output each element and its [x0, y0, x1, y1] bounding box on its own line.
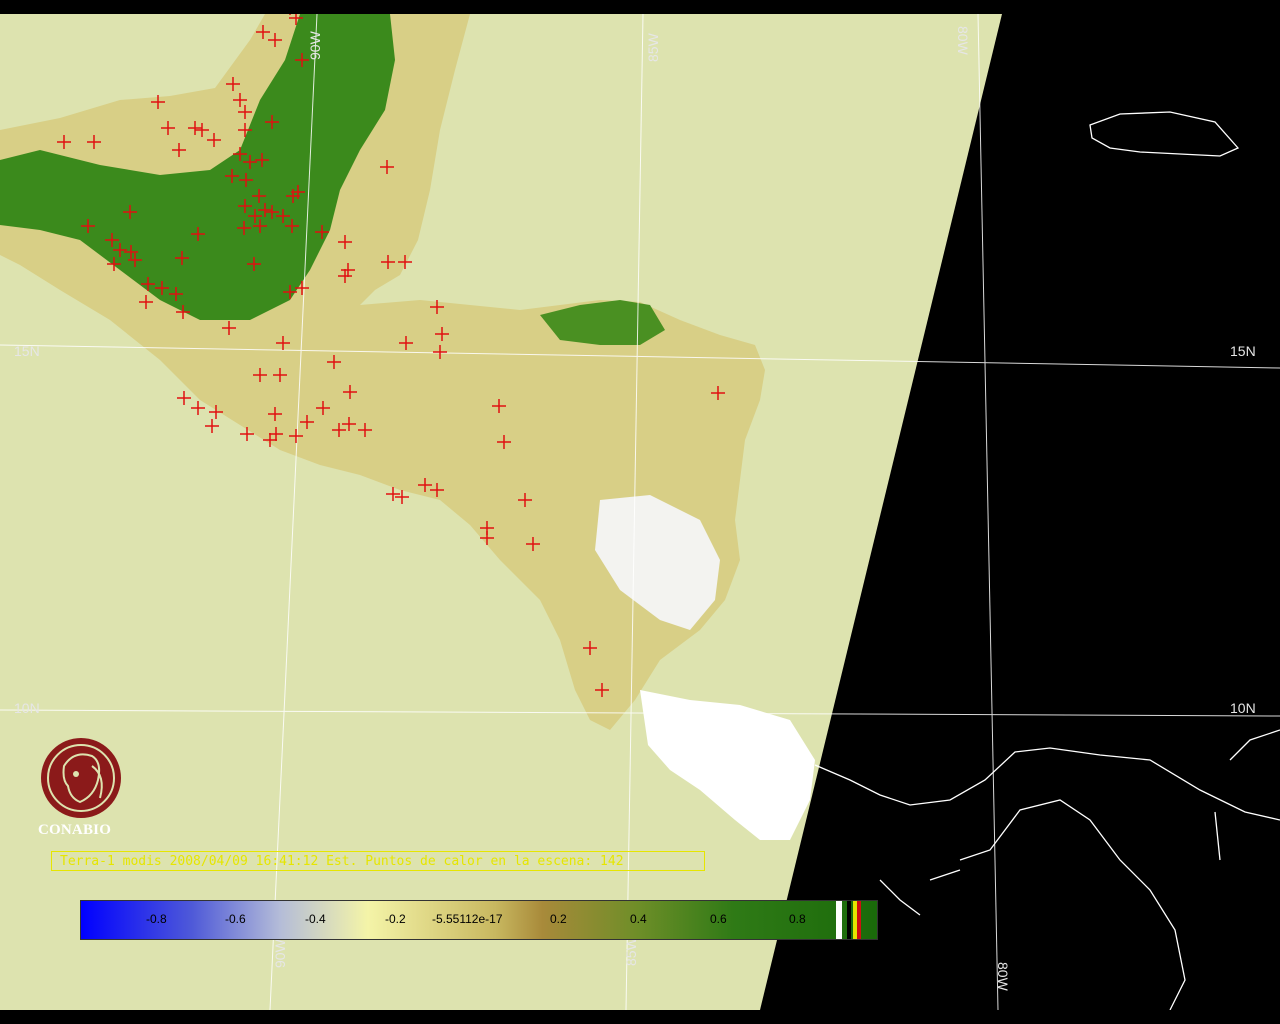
- conabio-emblem-icon: [41, 738, 121, 818]
- colorbar-tick: -0.4: [305, 912, 326, 926]
- grid-label-right-10n: 10N: [1230, 700, 1256, 716]
- colorbar-swatch-black: [847, 901, 851, 939]
- colorbar-tick: -0.8: [146, 912, 167, 926]
- colorbar-tick: 0.2: [550, 912, 567, 926]
- grid-label-bottom-80w: 80W: [995, 962, 1011, 992]
- grid-label-left-15n: 15N: [14, 343, 40, 359]
- grid-label-top-85w: 85W: [645, 32, 661, 62]
- grid-label-top-90w: 90W: [307, 30, 323, 60]
- colorbar-tick: -0.2: [385, 912, 406, 926]
- scene-caption: Terra-1 modis 2008/04/09 16:41:12 Est. P…: [51, 851, 705, 871]
- top-border: [0, 0, 1280, 14]
- bottom-border: [0, 1010, 1280, 1024]
- colorbar-swatch-red: [857, 901, 861, 939]
- grid-label-bottom-85w: 85W: [623, 936, 639, 966]
- colorbar-tick: -0.6: [225, 912, 246, 926]
- conabio-logo-text: CONABIO: [38, 822, 112, 838]
- colorbar-tick: -5.55112e-17: [432, 912, 503, 926]
- grid-label-top-80w: 80W: [955, 26, 971, 56]
- colorbar-tick: 0.6: [710, 912, 727, 926]
- grid-label-right-15n: 15N: [1230, 343, 1256, 359]
- coastline-panama: [814, 729, 1280, 1011]
- coastline-jamaica: [1089, 111, 1240, 157]
- ndvi-colorbar: -0.8 -0.6 -0.4 -0.2 -5.55112e-17 0.2 0.4…: [80, 900, 878, 940]
- colorbar-tick: 0.4: [630, 912, 647, 926]
- grid-label-bottom-90w: 90W: [272, 938, 288, 968]
- colorbar-tick: 0.8: [789, 912, 806, 926]
- colorbar-swatch-white: [836, 901, 842, 939]
- grid-label-left-10n: 10N: [14, 700, 40, 716]
